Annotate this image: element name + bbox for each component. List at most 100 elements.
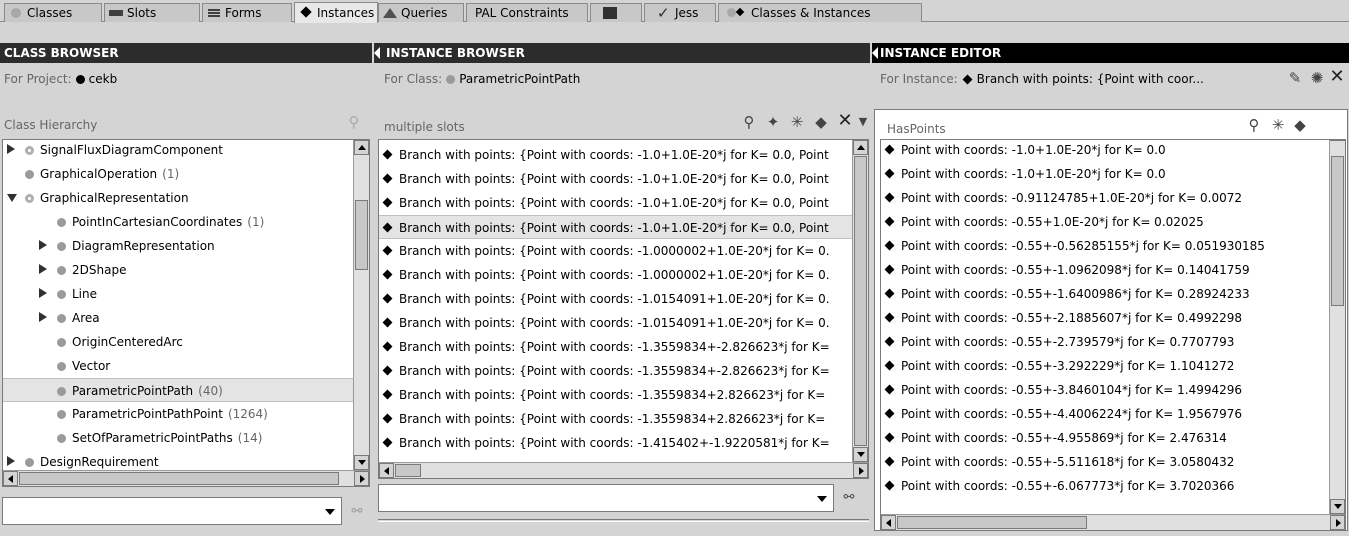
chevron-down-icon[interactable] <box>325 509 335 515</box>
scroll-thumb[interactable] <box>19 472 339 485</box>
search-icon[interactable]: ⚲ <box>740 113 758 131</box>
instance-row[interactable]: Branch with points: {Point with coords: … <box>379 359 852 383</box>
point-row[interactable]: Point with coords: -0.55+-0.56285155*j f… <box>881 234 1329 258</box>
scroll-right-button[interactable] <box>354 471 369 486</box>
instance-row[interactable]: Branch with points: {Point with coords: … <box>379 407 852 431</box>
instance-list-vscroll[interactable] <box>852 140 868 462</box>
scroll-down-button[interactable] <box>1330 499 1345 514</box>
tab-unnamed[interactable] <box>590 3 642 22</box>
scroll-left-button[interactable] <box>3 471 18 486</box>
binoculars-icon[interactable]: ⚯ <box>348 503 366 521</box>
expand-arrow-icon[interactable] <box>39 264 47 274</box>
diamond-icon[interactable]: ◆ <box>1291 116 1309 134</box>
point-row[interactable]: Point with coords: -0.55+-2.1885607*j fo… <box>881 306 1329 330</box>
binoculars-icon[interactable]: ⚯ <box>840 489 858 507</box>
scroll-left-button[interactable] <box>881 515 896 530</box>
point-row[interactable]: Point with coords: -0.55+-1.6400986*j fo… <box>881 282 1329 306</box>
instance-row[interactable]: Branch with points: {Point with coords: … <box>379 311 852 335</box>
instance-row[interactable]: Branch with points: {Point with coords: … <box>379 383 852 407</box>
tree-item[interactable]: Area <box>3 306 353 330</box>
scroll-up-button[interactable] <box>1330 140 1345 141</box>
instance-row[interactable]: Branch with points: {Point with coords: … <box>379 263 852 287</box>
tree-item[interactable]: SignalFluxDiagramComponent <box>3 140 353 162</box>
diamond-icon[interactable]: ◆ <box>812 113 830 131</box>
scroll-right-button[interactable] <box>1330 515 1345 530</box>
scroll-down-button[interactable] <box>354 455 369 470</box>
instance-list-hscroll[interactable] <box>379 462 868 478</box>
point-row[interactable]: Point with coords: -1.0+1.0E-20*j for K=… <box>881 162 1329 186</box>
tree-item[interactable]: DiagramRepresentation <box>3 234 353 258</box>
tree-item[interactable]: ParametricPointPath (40) <box>3 378 353 402</box>
delete-icon[interactable]: ✕ <box>836 112 854 130</box>
tab-classes[interactable]: Classes <box>4 3 102 22</box>
expand-arrow-icon[interactable] <box>7 456 15 466</box>
scroll-down-button[interactable] <box>853 447 868 462</box>
point-row[interactable]: Point with coords: -0.55+-2.739579*j for… <box>881 330 1329 354</box>
instance-row[interactable]: Branch with points: {Point with coords: … <box>379 191 852 215</box>
expand-arrow-icon[interactable] <box>39 240 47 250</box>
instance-row[interactable]: Branch with points: {Point with coords: … <box>379 215 852 239</box>
search-icon[interactable]: ⚲ <box>345 113 363 131</box>
expand-arrow-icon[interactable] <box>7 144 15 154</box>
instance-search-combo[interactable] <box>378 484 834 512</box>
tree-item[interactable]: GraphicalOperation (1) <box>3 162 353 186</box>
instance-row[interactable]: Branch with points: {Point with coords: … <box>379 143 852 167</box>
edit-icon[interactable]: ✎ <box>1286 69 1304 87</box>
tab-jess[interactable]: ✓ Jess <box>644 3 716 22</box>
instance-row[interactable]: Branch with points: {Point with coords: … <box>379 287 852 311</box>
point-row[interactable]: Point with coords: -0.55+-6.067773*j for… <box>881 474 1329 498</box>
instance-row[interactable]: Branch with points: {Point with coords: … <box>379 431 852 455</box>
class-tree-vscroll[interactable] <box>353 140 369 470</box>
tree-item[interactable]: ParametricPointPathPoint (1264) <box>3 402 353 426</box>
create-instance-icon[interactable]: ✦ <box>764 113 782 131</box>
instance-row[interactable]: Branch with points: {Point with coords: … <box>379 335 852 359</box>
point-row[interactable]: Point with coords: -0.55+-4.955869*j for… <box>881 426 1329 450</box>
split-left-arrow[interactable] <box>872 47 878 59</box>
tree-item[interactable]: SetOfParametricPointPaths (14) <box>3 426 353 450</box>
point-row[interactable]: Point with coords: -1.0+1.0E-20*j for K=… <box>881 140 1329 162</box>
tree-item[interactable]: Line <box>3 282 353 306</box>
point-row[interactable]: Point with coords: -0.55+1.0E-20*j for K… <box>881 210 1329 234</box>
scroll-thumb[interactable] <box>897 516 1087 529</box>
menu-down-icon[interactable]: ▼ <box>854 113 872 131</box>
class-search-combo[interactable] <box>2 497 342 525</box>
tree-item[interactable]: 2DShape <box>3 258 353 282</box>
tree-item[interactable]: PointInCartesianCoordinates (1) <box>3 210 353 234</box>
create-icon[interactable]: ✳ <box>788 113 806 131</box>
tab-queries[interactable]: Queries <box>378 3 464 22</box>
class-tree-hscroll[interactable] <box>3 470 369 486</box>
point-row[interactable]: Point with coords: -0.55+-3.8460104*j fo… <box>881 378 1329 402</box>
instance-row[interactable]: Branch with points: {Point with coords: … <box>379 167 852 191</box>
tab-pal-constraints[interactable]: PAL Constraints <box>466 3 588 22</box>
chevron-down-icon[interactable] <box>817 496 827 502</box>
close-icon[interactable]: ✕ <box>1328 68 1346 86</box>
points-list-hscroll[interactable] <box>881 514 1345 530</box>
tab-instances[interactable]: Instances <box>294 2 378 23</box>
search-icon[interactable]: ⚲ <box>1245 116 1263 134</box>
expand-arrow-icon[interactable] <box>39 288 47 298</box>
scroll-thumb[interactable] <box>854 156 867 446</box>
collapse-arrow-icon[interactable] <box>7 194 17 202</box>
scroll-thumb[interactable] <box>355 200 368 270</box>
scroll-thumb[interactable] <box>395 464 421 477</box>
sparkle-icon[interactable]: ✺ <box>1308 69 1326 87</box>
tree-item[interactable]: OriginCenteredArc <box>3 330 353 354</box>
scroll-right-button[interactable] <box>853 463 868 478</box>
points-list-vscroll[interactable] <box>1329 140 1345 514</box>
point-row[interactable]: Point with coords: -0.55+-3.292229*j for… <box>881 354 1329 378</box>
point-row[interactable]: Point with coords: -0.91124785+1.0E-20*j… <box>881 186 1329 210</box>
scroll-up-button[interactable] <box>853 140 868 155</box>
point-row[interactable]: Point with coords: -0.55+-5.511618*j for… <box>881 450 1329 474</box>
tab-slots[interactable]: Slots <box>104 3 200 22</box>
scroll-up-button[interactable] <box>354 140 369 155</box>
create-icon[interactable]: ✳ <box>1269 116 1287 134</box>
tree-item[interactable]: Vector <box>3 354 353 378</box>
point-row[interactable]: Point with coords: -0.55+-1.0962098*j fo… <box>881 258 1329 282</box>
scroll-thumb[interactable] <box>1331 156 1344 306</box>
expand-arrow-icon[interactable] <box>39 312 47 322</box>
tab-classes-instances[interactable]: Classes & Instances <box>718 3 922 22</box>
tree-item[interactable]: GraphicalRepresentation <box>3 186 353 210</box>
split-left-arrow[interactable] <box>374 47 380 59</box>
scroll-left-button[interactable] <box>379 463 394 478</box>
point-row[interactable]: Point with coords: -0.55+-4.4006224*j fo… <box>881 402 1329 426</box>
